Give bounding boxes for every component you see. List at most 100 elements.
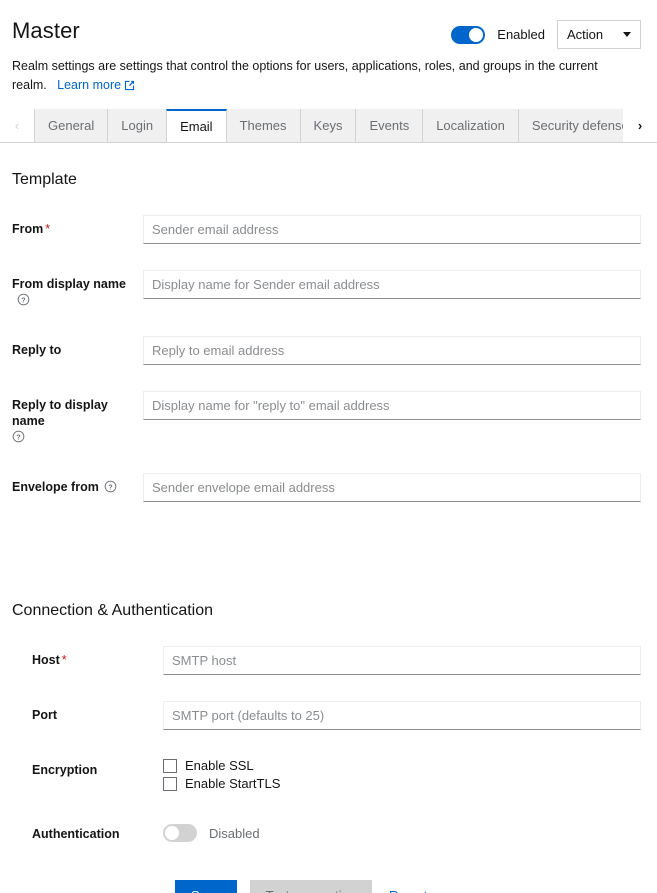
tab-keys[interactable]: Keys (299, 109, 357, 142)
envelope-from-label: Envelope from? (12, 473, 143, 497)
tab-general[interactable]: General (34, 109, 109, 142)
tab-security-defenses[interactable]: Security defenses (517, 109, 623, 142)
from-input[interactable] (143, 215, 641, 244)
reply-to-input[interactable] (143, 336, 641, 365)
revert-button[interactable]: Revert (385, 880, 431, 893)
from-display-name-label: From display name? (12, 270, 143, 310)
enable-ssl-checkbox[interactable] (163, 758, 177, 773)
encryption-label: Encryption (12, 756, 163, 778)
realm-enabled-toggle[interactable] (451, 25, 486, 44)
toggle-knob (165, 826, 179, 840)
envelope-from-field-wrap (143, 473, 641, 502)
authentication-state-label: Disabled (209, 825, 260, 841)
required-marker: * (61, 653, 67, 667)
envelope-from-input[interactable] (143, 473, 641, 502)
host-field-wrap (163, 646, 641, 675)
tab-label: Email (180, 119, 213, 134)
action-dropdown[interactable]: Action (557, 20, 641, 49)
page-header: Master Enabled Action Realm settings are… (0, 0, 657, 97)
tab-label: Keys (313, 118, 343, 133)
tab-localization[interactable]: Localization (422, 109, 519, 142)
page-description: Realm settings are settings that control… (12, 57, 624, 97)
enable-starttls-checkbox[interactable] (163, 776, 177, 791)
toggle-knob (469, 27, 484, 42)
reply-to-label-text: Reply to (12, 343, 62, 357)
reply-to-display-name-label-text: Reply to display name (12, 398, 108, 428)
enable-ssl-label[interactable]: Enable SSL (185, 758, 254, 773)
chevron-right-icon: › (637, 118, 643, 133)
template-section-heading: Template (12, 171, 77, 188)
chevron-down-icon (623, 32, 631, 37)
encryption-label-text: Encryption (32, 763, 98, 777)
learn-more-link[interactable]: Learn more (57, 78, 135, 92)
header-top-row: Master Enabled Action (12, 18, 641, 49)
svg-text:?: ? (108, 484, 112, 491)
from-label-text: From (12, 222, 44, 236)
tab-label: Events (369, 118, 410, 133)
save-button[interactable]: Save (175, 880, 237, 893)
tab-list: General Login Email Themes Keys Events L… (34, 109, 623, 142)
tab-email[interactable]: Email (166, 109, 227, 142)
reply-to-label: Reply to (12, 336, 143, 358)
authentication-toggle[interactable] (163, 824, 197, 842)
external-link-icon (124, 78, 135, 97)
port-label: Port (12, 701, 163, 723)
email-settings-form: Template From* From display name? (0, 143, 657, 893)
tab-bar: ‹ General Login Email Themes Keys Events… (0, 109, 657, 143)
tab-label: Security defenses (531, 118, 623, 133)
field-row-port: Port (12, 701, 641, 730)
realm-settings-email-page: Master Enabled Action Realm settings are… (0, 0, 657, 893)
tab-login[interactable]: Login (107, 109, 168, 142)
host-label-text: Host (32, 653, 60, 667)
field-row-from: From * (12, 215, 641, 244)
field-row-from-display-name: From display name? (12, 270, 641, 310)
reply-to-field-wrap (143, 336, 641, 365)
authentication-control: Disabled (163, 820, 641, 842)
from-display-name-field-wrap (143, 270, 641, 299)
port-input[interactable] (163, 701, 641, 730)
chevron-left-icon: ‹ (14, 118, 20, 133)
authentication-label: Authentication (12, 820, 163, 842)
reply-to-display-name-field-wrap (143, 391, 641, 420)
tab-events[interactable]: Events (355, 109, 424, 142)
enable-starttls-label[interactable]: Enable StartTLS (185, 776, 280, 791)
test-connection-button[interactable]: Test connection (249, 880, 372, 893)
checkbox-row-enable-starttls: Enable StartTLS (163, 776, 641, 791)
port-label-text: Port (32, 708, 57, 722)
help-circle-icon[interactable]: ? (17, 293, 30, 310)
tab-label: Themes (239, 118, 287, 133)
authentication-label-text: Authentication (32, 827, 120, 841)
tab-themes[interactable]: Themes (225, 109, 301, 142)
required-marker: * (45, 222, 51, 236)
tab-scroll-right-button[interactable]: › (623, 109, 657, 142)
page-title: Master (12, 18, 80, 43)
form-actions: Save Test connection Revert (12, 880, 641, 893)
from-field-wrap (143, 215, 641, 244)
from-label: From * (12, 215, 143, 237)
connection-section-heading: Connection & Authentication (12, 602, 214, 619)
tab-label: General (48, 118, 95, 133)
reply-to-display-name-label: Reply to display name ? (12, 391, 143, 447)
envelope-from-label-text: Envelope from (12, 480, 99, 494)
help-circle-icon[interactable]: ? (104, 480, 117, 497)
field-row-envelope-from: Envelope from? (12, 473, 641, 502)
field-row-authentication: Authentication Disabled (12, 820, 641, 842)
from-display-name-input[interactable] (143, 270, 641, 299)
field-row-reply-to: Reply to (12, 336, 641, 365)
tab-label: Login (121, 118, 154, 133)
help-circle-icon[interactable]: ? (12, 430, 25, 447)
from-display-name-label-text: From display name (12, 277, 126, 291)
header-controls: Enabled Action (451, 20, 641, 49)
realm-enabled-label: Enabled (497, 27, 545, 42)
host-input[interactable] (163, 646, 641, 675)
tab-label: Localization (436, 118, 505, 133)
learn-more-label: Learn more (57, 78, 122, 92)
encryption-options: Enable SSL Enable StartTLS (163, 756, 641, 794)
field-row-host: Host * (12, 646, 641, 675)
field-row-reply-to-display-name: Reply to display name ? (12, 391, 641, 447)
reply-to-display-name-input[interactable] (143, 391, 641, 420)
template-fields: From* From display name? Reply to (12, 215, 641, 502)
tab-scroll-left-button[interactable]: ‹ (0, 109, 34, 142)
connection-fields: Host* Port Encryption (12, 646, 641, 842)
